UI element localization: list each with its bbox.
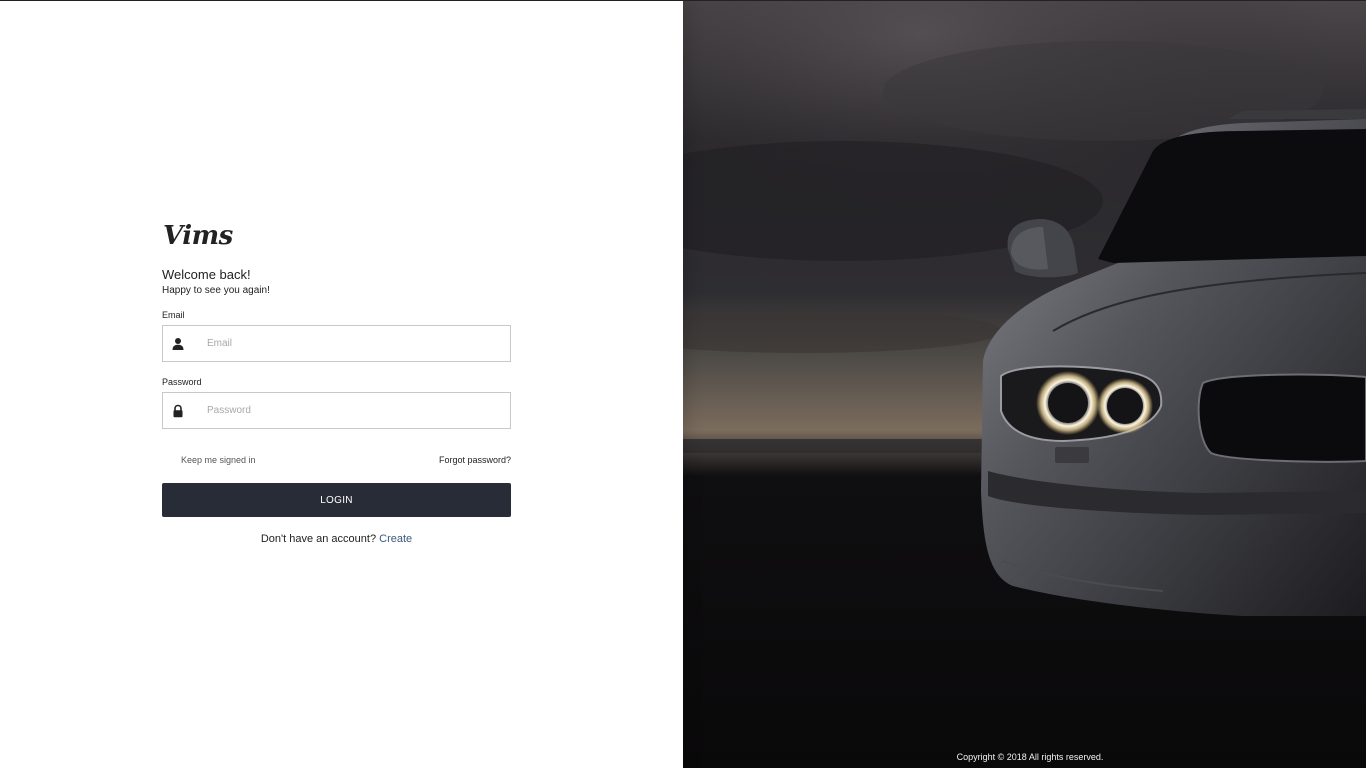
signup-prompt: Don't have an account? Create: [162, 533, 511, 545]
login-options: Keep me signed in Forgot password?: [162, 453, 511, 467]
login-page: Vims Welcome back! Happy to see you agai…: [0, 0, 1366, 768]
email-field-wrapper[interactable]: [162, 325, 511, 362]
password-input[interactable]: [207, 393, 497, 428]
email-input[interactable]: [207, 326, 497, 361]
user-icon: [172, 338, 184, 350]
login-panel: Vims Welcome back! Happy to see you agai…: [0, 1, 683, 768]
keep-signed-in-label: Keep me signed in: [181, 455, 256, 465]
login-form: Vims Welcome back! Happy to see you agai…: [162, 219, 511, 545]
create-account-link[interactable]: Create: [379, 533, 412, 545]
car-photo-illustration: [683, 1, 1366, 768]
login-button[interactable]: LOGIN: [162, 483, 511, 517]
signup-prompt-text: Don't have an account?: [260, 533, 377, 545]
password-label: Password: [162, 377, 202, 387]
copyright-label: Copyright © 2018 All rights reserved.: [956, 752, 1104, 762]
email-label: Email: [162, 310, 185, 320]
welcome-heading: Welcome back!: [162, 267, 251, 282]
hero-image: Copyright © 2018 All rights reserved.: [683, 1, 1366, 768]
password-field-wrapper[interactable]: [162, 392, 511, 429]
forgot-password-link[interactable]: Forgot password?: [439, 455, 511, 465]
copyright-text: Copyright © 2018 All rights reserved.: [683, 752, 1366, 762]
lock-icon: [173, 404, 183, 418]
brand-logo: Vims: [163, 221, 233, 251]
keep-signed-in[interactable]: Keep me signed in: [162, 454, 256, 467]
welcome-subtitle: Happy to see you again!: [162, 285, 270, 296]
